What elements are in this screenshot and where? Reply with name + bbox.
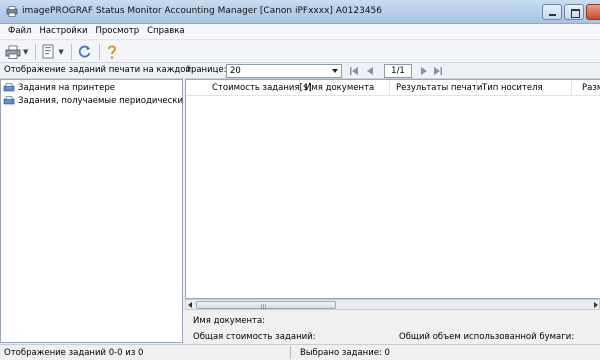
toolbar-separator xyxy=(98,43,100,60)
printer-jobs-icon xyxy=(3,83,15,92)
job-details-panel: Имя документа: Общая стоимость заданий: … xyxy=(185,310,600,344)
column-header-document-name[interactable]: Имя документа xyxy=(305,83,374,93)
next-page-icon[interactable] xyxy=(418,65,430,77)
column-divider[interactable] xyxy=(299,80,300,96)
job-type-tree: Задания на принтере Задания, получаемые … xyxy=(0,79,183,343)
jobs-per-page-label: Отображение заданий печати на каждой xyxy=(4,65,191,75)
page-label: транице: xyxy=(186,65,227,75)
printer-dropdown-button[interactable]: ▼ xyxy=(4,43,29,61)
column-header-job-cost[interactable]: Стоимость задания[$] xyxy=(212,83,312,93)
previous-page-icon[interactable] xyxy=(364,65,376,77)
maximize-button[interactable] xyxy=(564,4,584,20)
status-selected-count: Выбрано задание: 0 xyxy=(300,348,390,358)
paging-bar: Отображение заданий печати на каждой тра… xyxy=(0,63,600,79)
dropdown-arrow-icon: ▼ xyxy=(23,47,29,56)
toolbar: ▼ ▼ xyxy=(0,41,600,63)
column-header-size[interactable]: Разм xyxy=(582,83,600,93)
properties-icon xyxy=(42,44,54,59)
scroll-right-icon[interactable] xyxy=(594,302,598,308)
menu-bar: Файл Настройки Просмотр Справка xyxy=(0,24,600,40)
dropdown-arrow-icon: ▼ xyxy=(58,47,64,56)
menu-help[interactable]: Справка xyxy=(143,24,188,39)
help-icon xyxy=(107,44,116,59)
periodic-jobs-icon xyxy=(3,96,15,105)
column-header-print-result[interactable]: Результаты печати xyxy=(396,83,482,93)
refresh-button[interactable] xyxy=(76,43,93,61)
column-divider[interactable] xyxy=(389,80,390,96)
scrollbar-thumb[interactable]: ||| xyxy=(196,301,336,310)
horizontal-scrollbar[interactable]: ||| xyxy=(185,299,600,310)
window-controls xyxy=(540,4,600,20)
jobs-per-page-value: 20 xyxy=(230,66,241,76)
column-header-row: Стоимость задания[$] Имя документа Резул… xyxy=(186,80,600,96)
total-paper-label: Общий объем использованной бумаги: xyxy=(399,332,575,342)
chevron-down-icon xyxy=(332,69,338,73)
status-bar: Отображение заданий 0-0 из 0 Выбрано зад… xyxy=(0,344,600,360)
scroll-left-icon[interactable] xyxy=(188,302,192,308)
menu-view[interactable]: Просмотр xyxy=(92,24,144,39)
toolbar-separator xyxy=(70,43,72,60)
status-job-range: Отображение заданий 0-0 из 0 xyxy=(4,348,144,358)
menu-settings[interactable]: Настройки xyxy=(35,24,91,39)
last-page-icon[interactable] xyxy=(432,65,444,77)
first-page-icon[interactable] xyxy=(348,65,360,77)
printer-icon xyxy=(5,45,21,59)
document-name-label: Имя документа: xyxy=(193,316,266,326)
tree-item-label: Задания на принтере xyxy=(18,83,115,93)
column-divider[interactable] xyxy=(476,80,477,96)
column-divider[interactable] xyxy=(571,80,572,96)
help-button[interactable] xyxy=(104,43,120,61)
column-header-media-type[interactable]: Тип носителя xyxy=(482,83,543,93)
menu-file[interactable]: Файл xyxy=(4,24,35,39)
page-indicator[interactable]: 1/1 xyxy=(384,64,412,78)
total-cost-label: Общая стоимость заданий: xyxy=(193,332,316,342)
title-bar: imagePROGRAF Status Monitor Accounting M… xyxy=(0,0,600,24)
job-list: Стоимость задания[$] Имя документа Резул… xyxy=(185,79,600,299)
close-button[interactable] xyxy=(586,4,600,20)
jobs-per-page-select[interactable]: 20 xyxy=(226,64,342,78)
tree-item-label: Задания, получаемые периодически xyxy=(18,96,183,106)
tree-item-printer-jobs[interactable]: Задания на принтере xyxy=(3,82,115,94)
toolbar-separator xyxy=(35,43,37,60)
refresh-icon xyxy=(78,45,91,58)
minimize-button[interactable] xyxy=(542,4,562,20)
properties-dropdown-button[interactable]: ▼ xyxy=(40,43,64,61)
status-divider xyxy=(290,346,291,359)
tree-item-periodic-jobs[interactable]: Задания, получаемые периодически xyxy=(3,95,183,107)
window-title: imagePROGRAF Status Monitor Accounting M… xyxy=(22,6,382,16)
printer-app-icon xyxy=(6,6,18,17)
